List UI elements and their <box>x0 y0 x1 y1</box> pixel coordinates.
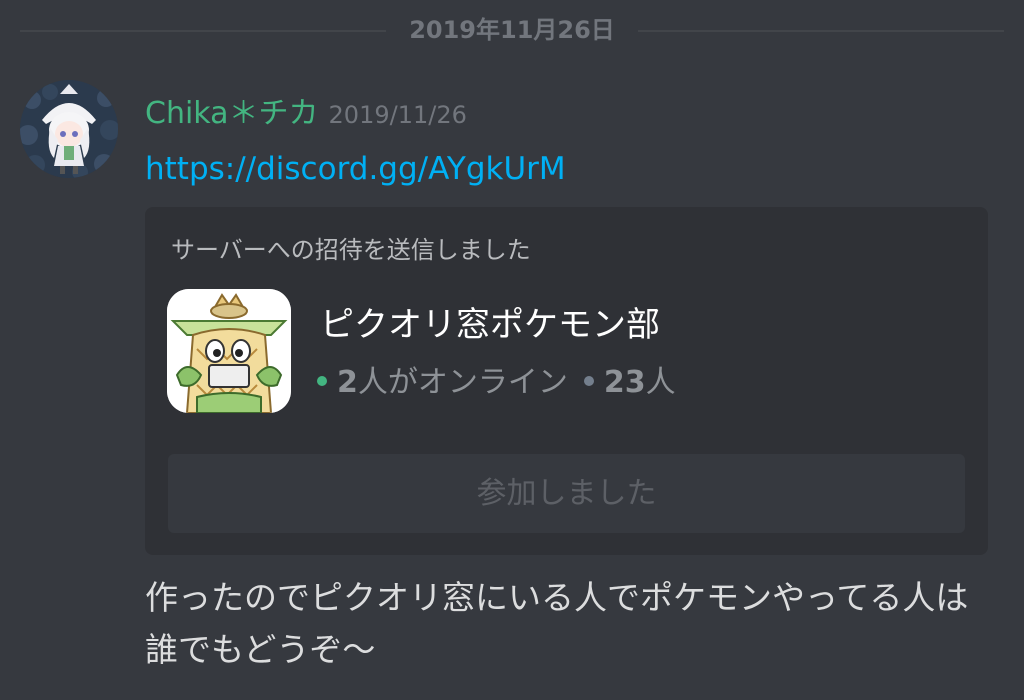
server-icon-image <box>167 289 291 413</box>
online-dot-icon <box>317 375 327 386</box>
invite-link[interactable]: https://discord.gg/AYgkUrM <box>145 148 566 190</box>
date-divider: 2019年11月26日 <box>20 0 1004 60</box>
avatar-image <box>20 80 118 178</box>
divider-line-left <box>20 30 386 32</box>
invite-header: サーバーへの招待を送信しました <box>171 236 531 264</box>
server-name: ピクオリ窓ポケモン部 <box>320 305 660 345</box>
server-stats: 2人がオンライン 23人 <box>317 362 676 404</box>
message-timestamp: 2019/11/26 <box>328 101 467 129</box>
member-label: 人 <box>645 365 676 400</box>
online-count: 2 <box>337 365 358 400</box>
member-count: 23 <box>603 365 646 400</box>
author-name[interactable]: Chika＊チカ <box>145 96 319 131</box>
message-body: 作ったのでピクオリ窓にいる人でポケモンやってる人は誰でもどうぞ〜 <box>145 578 969 669</box>
date-divider-label: 2019年11月26日 <box>409 16 615 44</box>
online-label: 人がオンライン <box>357 365 568 400</box>
server-icon[interactable] <box>167 289 291 413</box>
avatar[interactable] <box>20 80 118 178</box>
server-invite-card: サーバーへの招待を送信しました ピクオリ窓ポケモン部 2人がオンライン 23人 … <box>145 207 988 555</box>
joined-button[interactable]: 参加しました <box>168 454 965 533</box>
message-header: Chika＊チカ 2019/11/26 <box>145 92 467 136</box>
chat-view: 2019年11月26日 Chika＊チカ 2019/11/26 https://… <box>0 0 1024 700</box>
members-dot-icon <box>583 375 594 386</box>
divider-line-right <box>638 30 1004 32</box>
